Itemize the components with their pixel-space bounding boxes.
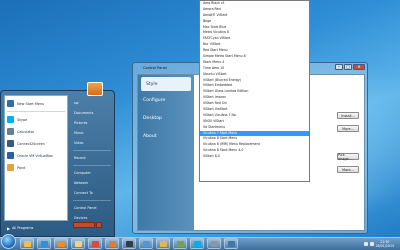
taskbar-explorer-button[interactable] [20,238,34,249]
taskbar-tools-button[interactable] [173,238,187,249]
taskbar-terminal-button[interactable] [122,238,136,249]
taskbar-skype-button[interactable] [190,238,204,249]
program-icon [7,152,14,159]
more-button[interactable]: More... [337,125,359,132]
start-menu-place-item[interactable]: Music [71,129,113,137]
pinned-program-item[interactable]: Skype [5,115,67,124]
window-title: Control Panel [143,66,167,70]
tab-configure[interactable]: Configure [138,91,194,109]
media-player-icon [57,240,65,247]
program-label: Skype [17,117,28,122]
taskbar-mail-button[interactable] [139,238,153,249]
pinned-program-item[interactable]: Calculator [5,127,67,136]
start-menu-place-item[interactable]: Devices [71,214,113,222]
tab-desktop[interactable]: Desktop [138,109,194,127]
network-icon[interactable] [363,241,368,246]
control-panel-icon [227,240,235,247]
program-label: Calculator [17,129,35,134]
shutdown-button[interactable] [73,222,95,228]
start-menu-place-item[interactable]: Connect To [71,189,113,197]
explorer-icon [23,240,31,247]
menu-separator [7,111,65,112]
start-menu-places: sw Documents Pictures Music Video Recent Compu… [71,99,113,224]
style-dropdown-list[interactable]: Aero Black v1 Aerora Red Aero8® ViStart Beg… [199,0,310,182]
program-label: New Start Menu [17,101,45,106]
pinned-program-item[interactable]: Oracle VM VirtualBox [5,151,67,160]
dropdown-item[interactable]: ViStart 8.0 [200,154,309,160]
close-button[interactable]: ✕ [353,64,365,70]
tools-icon [176,240,184,247]
start-menu-place-item[interactable]: Video [71,139,113,147]
settings-nav: Style Configure Desktop About [138,75,194,230]
minimize-button[interactable]: – [335,64,343,70]
start-menu-place-item[interactable]: Documents [71,109,113,117]
menu-separator [73,150,111,151]
pinned-program-item[interactable]: Paint [5,163,67,172]
tab-about[interactable]: About [138,127,194,145]
start-menu-place-item[interactable]: Pictures [71,119,113,127]
taskbar-chrome-button[interactable] [88,238,102,249]
user-avatar[interactable] [87,82,103,96]
taskbar-paint-button[interactable] [156,238,170,249]
start-button[interactable] [1,234,16,249]
mail-icon [142,240,150,247]
maximize-button[interactable]: □ [344,64,352,70]
play-arrow-icon: ▶ [7,225,11,231]
menu-separator [73,200,111,201]
start-menu: New Start Menu Skype Calculator Connect2Scr… [0,82,115,237]
ie-icon [40,240,48,247]
paint-icon [159,240,167,247]
clock[interactable]: 21:30 28/01/2013 [376,240,394,248]
settings-icon [210,240,218,247]
taskbar-firefox-button[interactable] [105,238,119,249]
taskbar-ie-button[interactable] [37,238,51,249]
program-label: Oracle VM VirtualBox [17,153,53,158]
taskbar-settings-button[interactable] [207,238,221,249]
firefox-icon [108,240,116,247]
clock-date: 28/01/2013 [375,243,394,248]
taskbar-control-panel-button[interactable] [224,238,238,249]
program-icon [7,128,14,135]
pinned-program-item[interactable]: New Start Menu [5,99,67,108]
program-label: Paint [17,165,26,170]
program-icon [7,116,14,123]
start-menu-place-item[interactable]: sw [71,99,113,107]
start-menu-place-item[interactable]: Recent [71,154,113,162]
more-image-button[interactable]: More... [337,166,359,173]
pinned-program-item[interactable]: Connect2Screen [5,139,67,148]
skype-icon [193,240,201,247]
program-icon [7,164,14,171]
shutdown-options-button[interactable] [96,222,102,228]
volume-icon[interactable] [369,241,374,246]
all-programs-label: All Programs [12,226,34,230]
start-menu-place-item[interactable]: Control Panel [71,204,113,212]
menu-separator [73,165,111,166]
program-icon [7,100,14,107]
start-menu-place-item[interactable]: Computer [71,169,113,177]
program-label: Connect2Screen [17,141,45,146]
program-icon [7,140,14,147]
tab-style[interactable]: Style [141,77,191,91]
folder-icon [74,240,82,247]
start-menu-pinned-list: New Start Menu Skype Calculator Connect2Scr… [4,95,68,221]
pick-image-button[interactable]: Pick image... [337,153,359,161]
all-programs-button[interactable]: ▶ All Programs [4,224,68,232]
taskbar-media-player-button[interactable] [54,238,68,249]
taskbar-folder-button[interactable] [71,238,85,249]
terminal-icon [125,240,133,247]
chrome-icon [91,240,99,247]
start-menu-place-item[interactable]: Network [71,179,113,187]
system-tray: 21:30 28/01/2013 [350,238,398,249]
install-button[interactable]: Install... [337,112,359,119]
